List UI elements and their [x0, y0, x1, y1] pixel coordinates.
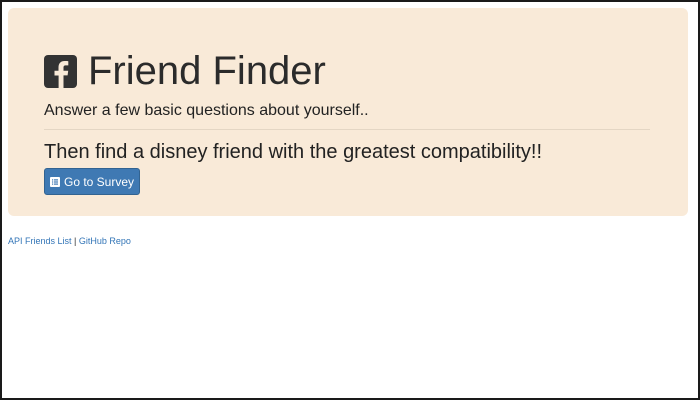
go-to-survey-button[interactable]: Go to Survey — [44, 168, 140, 195]
footer-separator: | — [74, 236, 77, 246]
list-alt-icon — [49, 176, 60, 187]
facebook-square-icon — [44, 54, 77, 88]
subtitle: Answer a few basic questions about yours… — [44, 102, 369, 119]
headline: Then find a disney friend with the great… — [44, 141, 543, 163]
footer-links: API Friends List | GitHub Repo — [8, 235, 131, 247]
github-repo-link[interactable]: GitHub Repo — [79, 236, 131, 246]
page-title: Friend Finder — [88, 49, 326, 93]
go-to-survey-label: Go to Survey — [63, 174, 135, 189]
title-row: Friend Finder — [44, 48, 326, 94]
api-friends-list-link[interactable]: API Friends List — [8, 236, 72, 246]
hero-panel: Friend Finder Answer a few basic questio… — [8, 8, 688, 216]
divider — [44, 129, 650, 130]
